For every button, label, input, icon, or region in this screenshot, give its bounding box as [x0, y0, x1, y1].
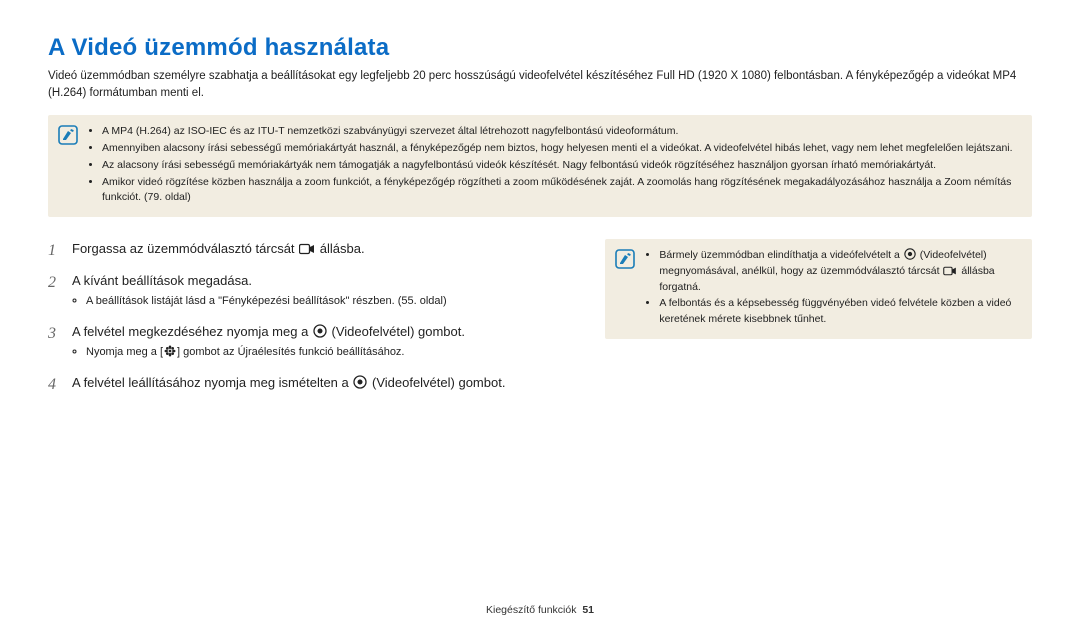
manual-page: A Videó üzemmód használata Videó üzemmód… [0, 0, 1080, 630]
note-box: A MP4 (H.264) az ISO-IEC és az ITU-T nem… [48, 115, 1032, 217]
record-icon [904, 248, 916, 260]
side-note-item: A felbontás és a képsebesség függvényébe… [659, 296, 1020, 328]
step-text: A kívánt beállítások megadása. [72, 273, 252, 288]
page-number: 51 [582, 604, 594, 616]
step-list: Forgassa az üzemmódválasztó tárcsát állá… [48, 239, 569, 392]
record-icon [313, 324, 327, 338]
intro-text: Videó üzemmódban személyre szabhatja a b… [48, 68, 1032, 101]
step-text: (Videofelvétel) gombot. [368, 375, 505, 390]
side-note: Bármely üzemmódban elindíthatja a videóf… [605, 239, 1032, 339]
flower-icon [164, 345, 176, 357]
camcorder-icon [943, 266, 957, 276]
step-text: (Videofelvétel) gombot. [328, 324, 465, 339]
note-icon [58, 125, 78, 145]
step-text: állásba. [316, 241, 364, 256]
step-1: Forgassa az üzemmódválasztó tárcsát állá… [48, 239, 569, 259]
note-item: Amennyiben alacsony írási sebességű memó… [102, 141, 1018, 157]
step-text: A felvétel megkezdéséhez nyomja meg a [72, 324, 312, 339]
camcorder-icon [299, 243, 315, 255]
step-2: A kívánt beállítások megadása. A beállít… [48, 271, 569, 310]
step-text: Forgassa az üzemmódválasztó tárcsát [72, 241, 298, 256]
side-note-text: Bármely üzemmódban elindíthatja a videóf… [659, 249, 902, 261]
step-subtext: Nyomja meg a [ [86, 346, 163, 358]
side-note-list: Bármely üzemmódban elindíthatja a videóf… [645, 247, 1020, 329]
step-sublist: Nyomja meg a [ ] gombot az Újraélesítés f… [72, 344, 569, 361]
record-icon [353, 375, 367, 389]
step-text: A felvétel leállításához nyomja meg ismé… [72, 375, 352, 390]
note-item: A MP4 (H.264) az ISO-IEC és az ITU-T nem… [102, 124, 1018, 140]
note-list: A MP4 (H.264) az ISO-IEC és az ITU-T nem… [88, 123, 1018, 207]
note-item: Az alacsony írási sebességű memóriakárty… [102, 158, 1018, 174]
step-sublist: A beállítások listáját lásd a "Fényképez… [72, 293, 569, 310]
note-icon [615, 249, 635, 269]
side-note-item: Bármely üzemmódban elindíthatja a videóf… [659, 248, 1020, 295]
step-subitem: A beállítások listáját lásd a "Fényképez… [86, 293, 569, 310]
step-3: A felvétel megkezdéséhez nyomja meg a (V… [48, 322, 569, 361]
page-footer: Kiegészítő funkciók 51 [0, 604, 1080, 616]
step-subitem: Nyomja meg a [ ] gombot az Újraélesítés f… [86, 344, 569, 361]
step-4: A felvétel leállításához nyomja meg ismé… [48, 373, 569, 393]
note-item: Amikor videó rögzítése közben használja … [102, 175, 1018, 207]
footer-label: Kiegészítő funkciók [486, 604, 576, 616]
step-subtext: ] gombot az Újraélesítés funkció beállít… [177, 346, 404, 358]
page-title: A Videó üzemmód használata [48, 34, 1032, 62]
